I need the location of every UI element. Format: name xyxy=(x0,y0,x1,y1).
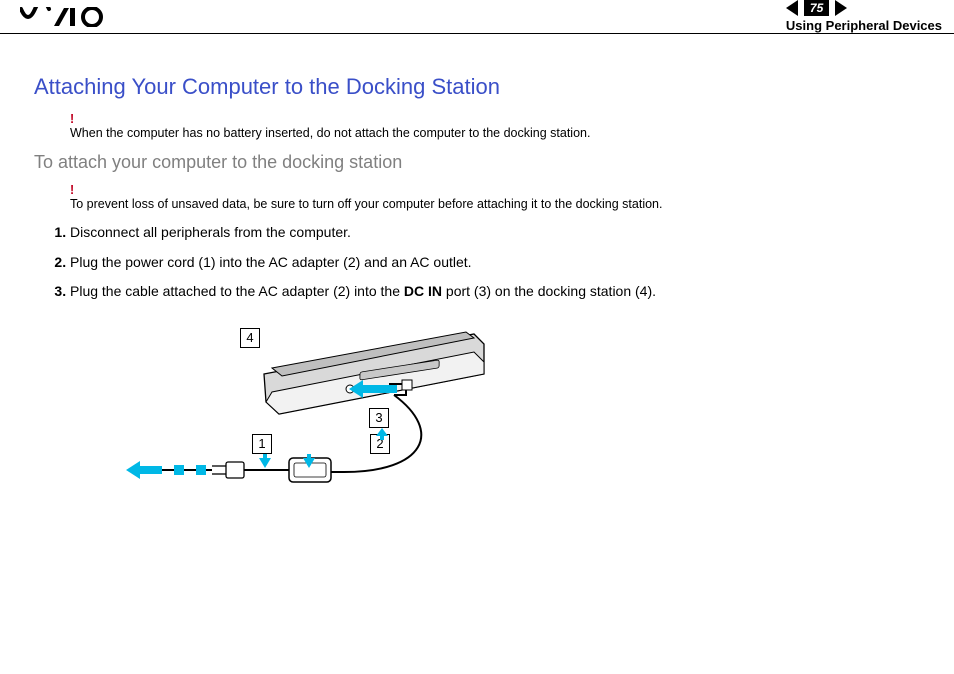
callout-3: 3 xyxy=(369,408,389,428)
arrow-down-icon xyxy=(259,454,271,468)
prev-page-button[interactable] xyxy=(786,0,798,16)
warning-icon: ! xyxy=(70,185,920,195)
warning-2-text: To prevent loss of unsaved data, be sure… xyxy=(70,197,663,211)
step-3: Plug the cable attached to the AC adapte… xyxy=(70,282,920,302)
arrow-power-out-icon xyxy=(126,461,162,479)
triangle-right-icon xyxy=(835,0,847,16)
warning-2: ! To prevent loss of unsaved data, be su… xyxy=(70,185,920,211)
header-bar: 75 Using Peripheral Devices xyxy=(0,0,954,34)
section-label: Using Peripheral Devices xyxy=(786,18,942,33)
step-1: Disconnect all peripherals from the comp… xyxy=(70,223,920,243)
page-number: 75 xyxy=(804,0,829,16)
warning-icon: ! xyxy=(70,114,920,124)
callout-1: 1 xyxy=(252,434,272,454)
arrow-dc-in-icon xyxy=(349,380,397,398)
vaio-logo xyxy=(20,7,116,27)
page-content: Attaching Your Computer to the Docking S… xyxy=(0,34,954,502)
warning-1: ! When the computer has no battery inser… xyxy=(70,114,920,140)
callout-4: 4 xyxy=(240,328,260,348)
procedure-heading: To attach your computer to the docking s… xyxy=(34,152,920,173)
step-2: Plug the power cord (1) into the AC adap… xyxy=(70,253,920,273)
arrow-up-icon xyxy=(376,428,388,440)
page-title: Attaching Your Computer to the Docking S… xyxy=(34,74,920,100)
next-page-button[interactable] xyxy=(835,0,847,16)
triangle-left-icon xyxy=(786,0,798,16)
steps-list: Disconnect all peripherals from the comp… xyxy=(34,223,920,302)
warning-1-text: When the computer has no battery inserte… xyxy=(70,126,590,140)
docking-station-figure: 4 3 1 2 xyxy=(144,322,604,502)
header-right: 75 Using Peripheral Devices xyxy=(786,0,942,33)
arrow-down-icon xyxy=(303,454,315,468)
